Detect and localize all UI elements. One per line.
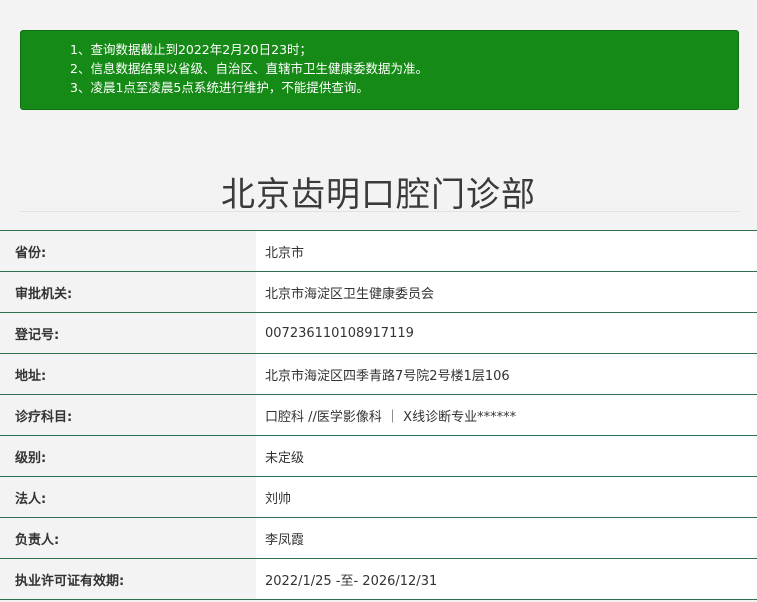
notice-banner: 1、查询数据截止到2022年2月20日23时； 2、信息数据结果以省级、自治区、…: [20, 30, 739, 110]
info-value-legal-person: 刘帅: [256, 477, 757, 517]
info-row-departments: 诊疗科目: 口腔科 //医学影像科 ｜ X线诊断专业******: [0, 395, 757, 436]
info-value-registration-number: 007236110108917119: [256, 313, 757, 353]
title-divider: [20, 211, 739, 212]
info-row-level: 级别: 未定级: [0, 436, 757, 477]
info-label-level: 级别:: [0, 436, 256, 476]
info-row-address: 地址: 北京市海淀区四季青路7号院2号楼1层106: [0, 354, 757, 395]
info-label-license-validity: 执业许可证有效期:: [0, 559, 256, 599]
info-label-approval-authority: 审批机关:: [0, 272, 256, 312]
notice-line-1: 1、查询数据截止到2022年2月20日23时；: [70, 42, 313, 57]
info-label-province: 省份:: [0, 231, 256, 271]
info-row-license-validity: 执业许可证有效期: 2022/1/25 -至- 2026/12/31: [0, 559, 757, 600]
notice-line-2: 2、信息数据结果以省级、自治区、直辖市卫生健康委数据为准。: [70, 61, 428, 76]
info-label-registration-number: 登记号:: [0, 313, 256, 353]
info-value-approval-authority: 北京市海淀区卫生健康委员会: [256, 272, 757, 312]
info-row-person-in-charge: 负责人: 李凤霞: [0, 518, 757, 559]
info-label-address: 地址:: [0, 354, 256, 394]
info-label-legal-person: 法人:: [0, 477, 256, 517]
info-value-address: 北京市海淀区四季青路7号院2号楼1层106: [256, 354, 757, 394]
info-value-departments: 口腔科 //医学影像科 ｜ X线诊断专业******: [256, 395, 757, 435]
info-row-approval-authority: 审批机关: 北京市海淀区卫生健康委员会: [0, 272, 757, 313]
info-label-person-in-charge: 负责人:: [0, 518, 256, 558]
info-row-registration-number: 登记号: 007236110108917119: [0, 313, 757, 354]
info-value-level: 未定级: [256, 436, 757, 476]
info-value-person-in-charge: 李凤霞: [256, 518, 757, 558]
notice-line-3: 3、凌晨1点至凌晨5点系统进行维护，不能提供查询。: [70, 80, 369, 95]
info-value-province: 北京市: [256, 231, 757, 271]
info-row-legal-person: 法人: 刘帅: [0, 477, 757, 518]
info-row-province: 省份: 北京市: [0, 231, 757, 272]
info-table: 省份: 北京市 审批机关: 北京市海淀区卫生健康委员会 登记号: 0072361…: [0, 230, 757, 600]
info-label-departments: 诊疗科目:: [0, 395, 256, 435]
info-value-license-validity: 2022/1/25 -至- 2026/12/31: [256, 559, 757, 599]
